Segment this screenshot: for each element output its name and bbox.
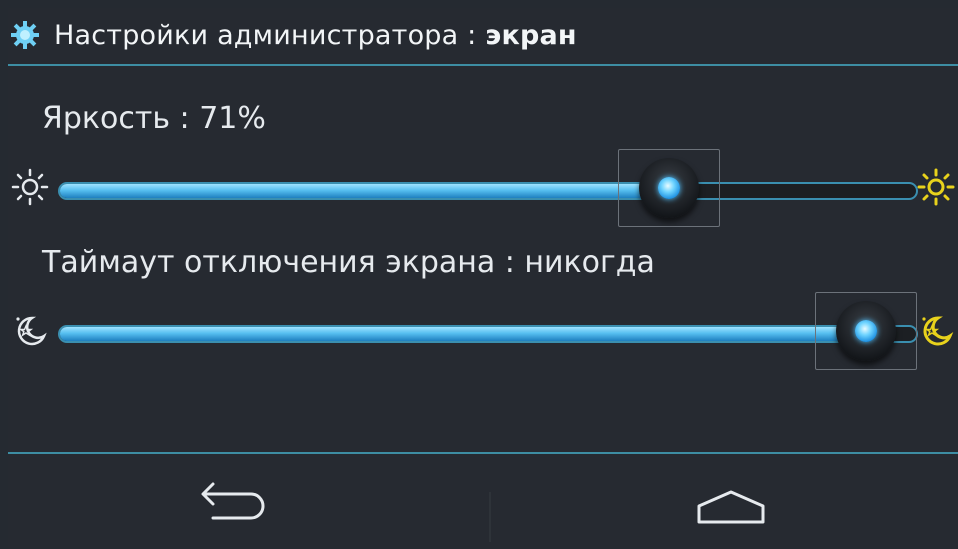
brightness-fill [60, 184, 671, 198]
home-button[interactable] [684, 474, 794, 544]
back-arrow-icon [201, 482, 265, 520]
home-icon [697, 490, 765, 524]
brightness-knob[interactable] [638, 158, 699, 218]
title-bar: Настройки администратора : экран [8, 8, 958, 66]
settings-screen: Настройки администратора : экран Яркость… [8, 8, 958, 549]
nav-divider [489, 492, 491, 542]
sun-bright-icon [917, 168, 955, 206]
gear-icon [11, 21, 39, 49]
screen-timeout-fill [60, 327, 869, 341]
screen-timeout-label: Таймаут отключения экрана : никогда [42, 245, 655, 280]
moon-stars-bright-icon [922, 316, 954, 346]
screen-timeout-thumb[interactable] [815, 292, 918, 370]
page-title-prefix: Настройки администратора : [54, 20, 486, 51]
brightness-thumb[interactable] [617, 149, 720, 227]
screen-timeout-track[interactable] [58, 325, 918, 343]
moon-stars-dim-icon [16, 316, 47, 346]
brightness-track[interactable] [58, 182, 918, 200]
sun-dim-icon [11, 168, 49, 206]
navigation-bar [8, 452, 958, 549]
brightness-slider[interactable] [8, 149, 958, 227]
screen-timeout-slider[interactable] [8, 292, 958, 370]
page-title-section: экран [485, 20, 577, 51]
screen-timeout-knob[interactable] [836, 301, 897, 361]
back-button[interactable] [173, 474, 283, 544]
brightness-label: Яркость : 71% [42, 101, 266, 136]
page-title: Настройки администратора : экран [54, 20, 577, 52]
